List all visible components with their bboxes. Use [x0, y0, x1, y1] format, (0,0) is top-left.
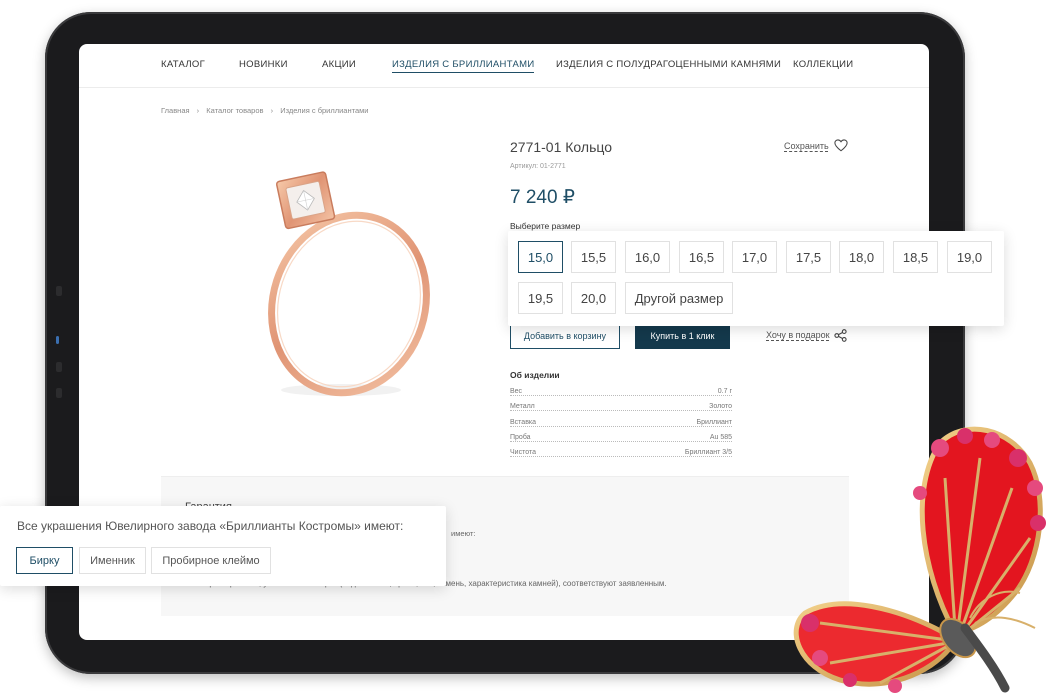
- size-option[interactable]: 16,5: [679, 241, 724, 273]
- spec-row-clarity: Чистота Бриллиант 3/5: [510, 449, 732, 461]
- share-icon[interactable]: [834, 329, 847, 342]
- spec-row-metal: Металл Золото: [510, 403, 732, 415]
- spec-value: 0.7 г: [715, 388, 732, 395]
- size-selector-card: 15,0 15,5 16,0 16,5 17,0 17,5 18,0 18,5 …: [508, 231, 1004, 326]
- heart-icon[interactable]: [834, 139, 848, 152]
- nav-item-semiprecious[interactable]: ИЗДЕЛИЯ С ПОЛУДРАГОЦЕННЫМИ КАМНЯМИ: [556, 59, 781, 70]
- tag-tab-label[interactable]: Бирку: [16, 547, 73, 574]
- guarantee-text: имеют:: [451, 529, 476, 538]
- other-size-button[interactable]: Другой размер: [625, 282, 733, 314]
- tablet-side-button: [56, 388, 62, 398]
- size-option[interactable]: 19,0: [947, 241, 992, 273]
- add-to-cart-button[interactable]: Добавить в корзину: [510, 322, 620, 349]
- choose-size-label: Выберите размер: [510, 221, 581, 231]
- tablet-side-indicator: [56, 336, 59, 344]
- hallmarks-title: Все украшения Ювелирного завода «Бриллиа…: [17, 519, 404, 533]
- breadcrumb-separator: ›: [196, 106, 200, 115]
- nav-item-sales[interactable]: АКЦИИ: [322, 59, 356, 70]
- gift-link[interactable]: Хочу в подарок: [766, 330, 830, 340]
- nav-item-collections[interactable]: КОЛЛЕКЦИИ: [793, 59, 853, 70]
- tablet-side-button: [56, 286, 62, 296]
- spec-key: Вставка: [510, 419, 539, 426]
- nav-item-catalog[interactable]: КАТАЛОГ: [161, 59, 205, 70]
- butterfly-brooch-image: [793, 426, 1046, 693]
- breadcrumb-current: Изделия с бриллиантами: [280, 106, 369, 115]
- size-option[interactable]: 20,0: [571, 282, 616, 314]
- breadcrumb-catalog[interactable]: Каталог товаров: [206, 106, 263, 115]
- spec-key: Чистота: [510, 449, 538, 456]
- spec-row-insert: Вставка Бриллиант: [510, 419, 732, 431]
- size-option[interactable]: 15,0: [518, 241, 563, 273]
- breadcrumb-home[interactable]: Главная: [161, 106, 190, 115]
- tag-tab-assay-mark[interactable]: Пробирное клеймо: [151, 547, 271, 574]
- product-title: 2771-01 Кольцо: [510, 139, 613, 155]
- spec-key: Проба: [510, 434, 533, 441]
- nav-item-new[interactable]: НОВИНКИ: [239, 59, 288, 70]
- spec-value: Бриллиант 3/5: [682, 449, 732, 456]
- size-option[interactable]: 18,0: [839, 241, 884, 273]
- spec-key: Вес: [510, 388, 525, 395]
- size-option[interactable]: 18,5: [893, 241, 938, 273]
- nav-item-diamonds[interactable]: ИЗДЕЛИЯ С БРИЛЛИАНТАМИ: [392, 59, 535, 73]
- size-option[interactable]: 17,0: [732, 241, 777, 273]
- product-article: Артикул: 01-2771: [510, 163, 566, 170]
- breadcrumb-separator: ›: [270, 106, 274, 115]
- buy-one-click-button[interactable]: Купить в 1 клик: [635, 322, 730, 349]
- spec-key: Металл: [510, 403, 537, 410]
- hallmarks-card: Все украшения Ювелирного завода «Бриллиа…: [0, 506, 446, 586]
- product-image-ring[interactable]: [229, 154, 479, 414]
- size-option[interactable]: 19,5: [518, 282, 563, 314]
- size-option[interactable]: 16,0: [625, 241, 670, 273]
- size-option[interactable]: 15,5: [571, 241, 616, 273]
- promo-stage: КАТАЛОГ НОВИНКИ АКЦИИ ИЗДЕЛИЯ С БРИЛЛИАН…: [0, 0, 1050, 700]
- spec-value: Золото: [707, 403, 732, 410]
- spec-value: Au 585: [707, 434, 732, 441]
- tag-tab-maker-mark[interactable]: Именник: [79, 547, 146, 574]
- size-option[interactable]: 17,5: [786, 241, 831, 273]
- tablet-side-button: [56, 362, 62, 372]
- spec-row-assay: Проба Au 585: [510, 434, 732, 446]
- spec-value: Бриллиант: [694, 419, 732, 426]
- breadcrumb: Главная › Каталог товаров › Изделия с бр…: [161, 106, 374, 115]
- save-link[interactable]: Сохранить: [784, 141, 829, 151]
- about-product-title: Об изделии: [510, 370, 560, 380]
- spec-row-weight: Вес 0.7 г: [510, 388, 732, 400]
- product-price: 7 240 ₽: [510, 187, 575, 208]
- main-nav: КАТАЛОГ НОВИНКИ АКЦИИ ИЗДЕЛИЯ С БРИЛЛИАН…: [79, 44, 929, 88]
